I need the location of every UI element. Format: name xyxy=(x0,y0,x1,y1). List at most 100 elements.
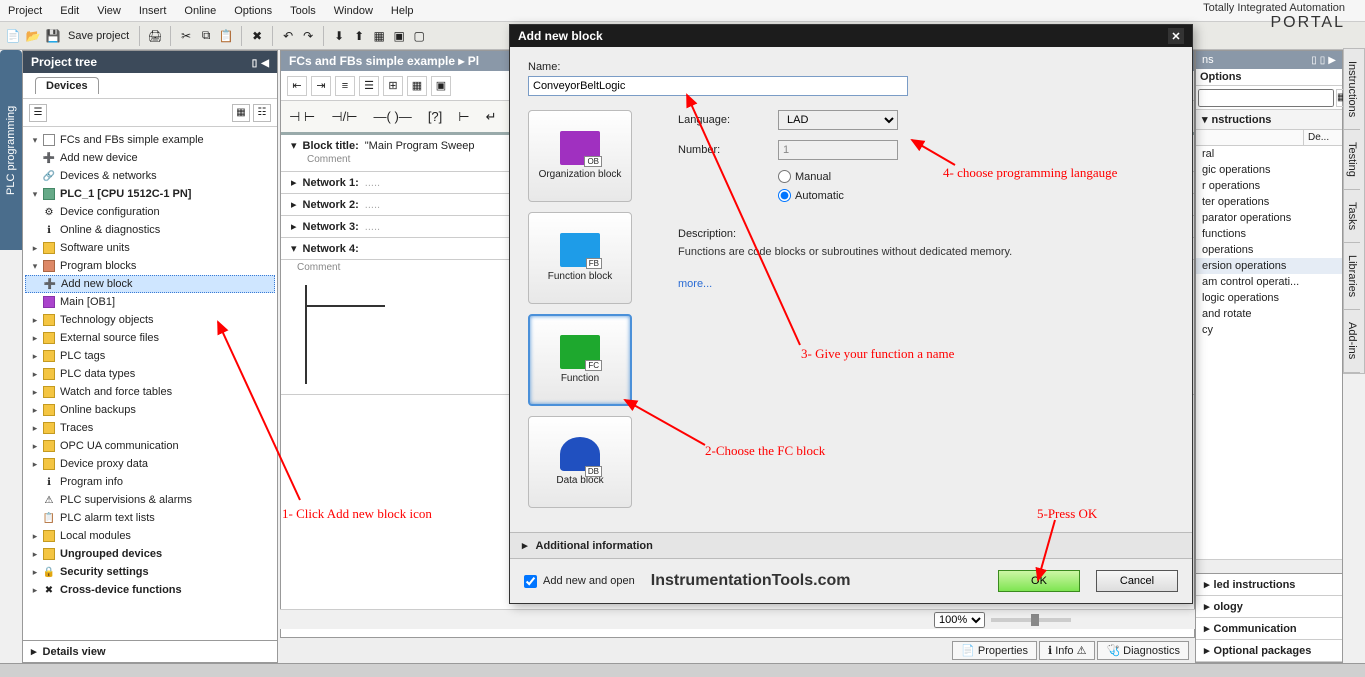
tree-tech-objects[interactable]: ▸Technology objects xyxy=(25,311,275,329)
left-tab-plc-programming[interactable]: PLC programming xyxy=(0,50,22,250)
menu-tools[interactable]: Tools xyxy=(290,5,316,17)
tree-supervisions[interactable]: ⚠PLC supervisions & alarms xyxy=(25,491,275,509)
pin-icon[interactable]: ▯ xyxy=(252,58,258,69)
menu-online[interactable]: Online xyxy=(184,5,216,17)
communication-section[interactable]: ▸Communication xyxy=(1196,618,1342,640)
more-link[interactable]: more... xyxy=(678,278,712,290)
tree-main-ob1[interactable]: Main [OB1] xyxy=(25,293,275,311)
menu-project[interactable]: Project xyxy=(8,5,42,17)
block-chev-icon[interactable]: ▾ xyxy=(291,139,297,152)
menu-view[interactable]: View xyxy=(97,5,121,17)
menu-insert[interactable]: Insert xyxy=(139,5,167,17)
diagnostics-tab[interactable]: 🩺Diagnostics xyxy=(1097,641,1189,660)
ed-tool-4[interactable]: ☰ xyxy=(359,76,379,96)
box-icon[interactable]: [?] xyxy=(428,109,442,124)
tree-filter-icon[interactable]: ☰ xyxy=(29,104,47,122)
save-icon[interactable]: 💾 xyxy=(44,27,62,45)
instr-item[interactable]: logic operations xyxy=(1196,290,1342,306)
menu-edit[interactable]: Edit xyxy=(60,5,79,17)
tree-online-backups[interactable]: ▸Online backups xyxy=(25,401,275,419)
block-name-input[interactable] xyxy=(528,76,908,96)
add-new-open-checkbox[interactable] xyxy=(524,575,537,588)
redo-icon[interactable]: ↷ xyxy=(299,27,317,45)
save-label[interactable]: Save project xyxy=(64,30,133,42)
zoom-slider[interactable] xyxy=(991,618,1071,622)
paste-icon[interactable]: 📋 xyxy=(217,27,235,45)
instr-item[interactable]: cy xyxy=(1196,322,1342,338)
tab-addins[interactable]: Add-ins xyxy=(1344,310,1360,372)
open-project-icon[interactable]: 📂 xyxy=(24,27,42,45)
cancel-button[interactable]: Cancel xyxy=(1096,570,1178,592)
tab-instructions[interactable]: Instructions xyxy=(1344,49,1360,130)
branch-icon[interactable]: ⊢ xyxy=(458,109,469,125)
ok-button[interactable]: OK xyxy=(998,570,1080,592)
automatic-radio[interactable] xyxy=(778,189,791,202)
zoom-select[interactable]: 100% xyxy=(934,612,985,628)
technology-section[interactable]: ▸ology xyxy=(1196,596,1342,618)
menu-window[interactable]: Window xyxy=(334,5,373,17)
go-offline-icon[interactable]: ▢ xyxy=(410,27,428,45)
instructions-search[interactable] xyxy=(1198,89,1334,107)
tree-local-modules[interactable]: ▸Local modules xyxy=(25,527,275,545)
download-icon[interactable]: ⬇ xyxy=(330,27,348,45)
tree-program-blocks[interactable]: ▾Program blocks xyxy=(25,257,275,275)
tree-device-proxy[interactable]: ▸Device proxy data xyxy=(25,455,275,473)
upload-icon[interactable]: ⬆ xyxy=(350,27,368,45)
manual-radio[interactable] xyxy=(778,170,791,183)
rp-ic1[interactable]: ▯ xyxy=(1311,55,1317,66)
instr-item[interactable]: am control operati... xyxy=(1196,274,1342,290)
tree-add-device[interactable]: ➕Add new device xyxy=(25,149,275,167)
tab-libraries[interactable]: Libraries xyxy=(1344,243,1360,310)
ed-tool-6[interactable]: ▦ xyxy=(407,76,427,96)
new-project-icon[interactable]: 📄 xyxy=(4,27,22,45)
tree-view2-icon[interactable]: ☷ xyxy=(253,104,271,122)
instr-item[interactable]: functions xyxy=(1196,226,1342,242)
tree-plc-data-types[interactable]: ▸PLC data types xyxy=(25,365,275,383)
ed-tool-1[interactable]: ⇤ xyxy=(287,76,307,96)
branch-close-icon[interactable]: ↵ xyxy=(486,109,497,125)
contact-nc-icon[interactable]: ⊣/⊢ xyxy=(331,109,357,125)
instr-item[interactable]: r operations xyxy=(1196,178,1342,194)
undo-icon[interactable]: ↶ xyxy=(279,27,297,45)
details-view-header[interactable]: ▸Details view xyxy=(23,640,277,662)
collapse-icon[interactable]: ◀ xyxy=(261,58,269,69)
tree-security[interactable]: ▸🔒Security settings xyxy=(25,563,275,581)
tree-add-new-block[interactable]: ➕Add new block xyxy=(25,275,275,293)
tree-software-units[interactable]: ▸Software units xyxy=(25,239,275,257)
ed-tool-7[interactable]: ▣ xyxy=(431,76,451,96)
tree-plc-tags[interactable]: ▸PLC tags xyxy=(25,347,275,365)
coil-icon[interactable]: —( )— xyxy=(374,109,412,124)
tree-watch-tables[interactable]: ▸Watch and force tables xyxy=(25,383,275,401)
instr-item[interactable]: and rotate xyxy=(1196,306,1342,322)
tab-tasks[interactable]: Tasks xyxy=(1344,190,1360,243)
optional-packages-section[interactable]: ▸Optional packages xyxy=(1196,640,1342,662)
basic-instructions-section[interactable]: ▾nstructions xyxy=(1196,110,1342,130)
tree-device-config[interactable]: ⚙Device configuration xyxy=(25,203,275,221)
instr-item[interactable]: parator operations xyxy=(1196,210,1342,226)
go-online-icon[interactable]: ▣ xyxy=(390,27,408,45)
tree-alarm-lists[interactable]: 📋PLC alarm text lists xyxy=(25,509,275,527)
info-tab[interactable]: ℹInfo⚠ xyxy=(1039,641,1095,660)
instr-item[interactable]: operations xyxy=(1196,242,1342,258)
tree-external-source[interactable]: ▸External source files xyxy=(25,329,275,347)
tree-program-info[interactable]: ℹProgram info xyxy=(25,473,275,491)
extended-instructions[interactable]: ▸led instructions xyxy=(1196,574,1342,596)
tree-devices-networks[interactable]: 🔗Devices & networks xyxy=(25,167,275,185)
instr-item[interactable]: gic operations xyxy=(1196,162,1342,178)
ed-tool-3[interactable]: ≡ xyxy=(335,76,355,96)
rp-ic3[interactable]: ▶ xyxy=(1328,55,1336,66)
tree-ungrouped[interactable]: ▸Ungrouped devices xyxy=(25,545,275,563)
tree-plc[interactable]: ▾PLC_1 [CPU 1512C-1 PN] xyxy=(25,185,275,203)
additional-info-section[interactable]: ▸Additional information xyxy=(510,532,1192,559)
tab-testing[interactable]: Testing xyxy=(1344,130,1360,190)
tree-cross-device[interactable]: ▸✖Cross-device functions xyxy=(25,581,275,599)
language-select[interactable]: LAD xyxy=(778,110,898,130)
tree-opcua[interactable]: ▸OPC UA communication xyxy=(25,437,275,455)
tree-traces[interactable]: ▸Traces xyxy=(25,419,275,437)
print-icon[interactable]: 🖨 xyxy=(146,27,164,45)
block-type-fc[interactable]: Function xyxy=(528,314,632,406)
instr-item[interactable]: ersion operations xyxy=(1196,258,1342,274)
close-icon[interactable]: ✕ xyxy=(1168,28,1184,44)
delete-icon[interactable]: ✖ xyxy=(248,27,266,45)
tree-view1-icon[interactable]: ▦ xyxy=(232,104,250,122)
